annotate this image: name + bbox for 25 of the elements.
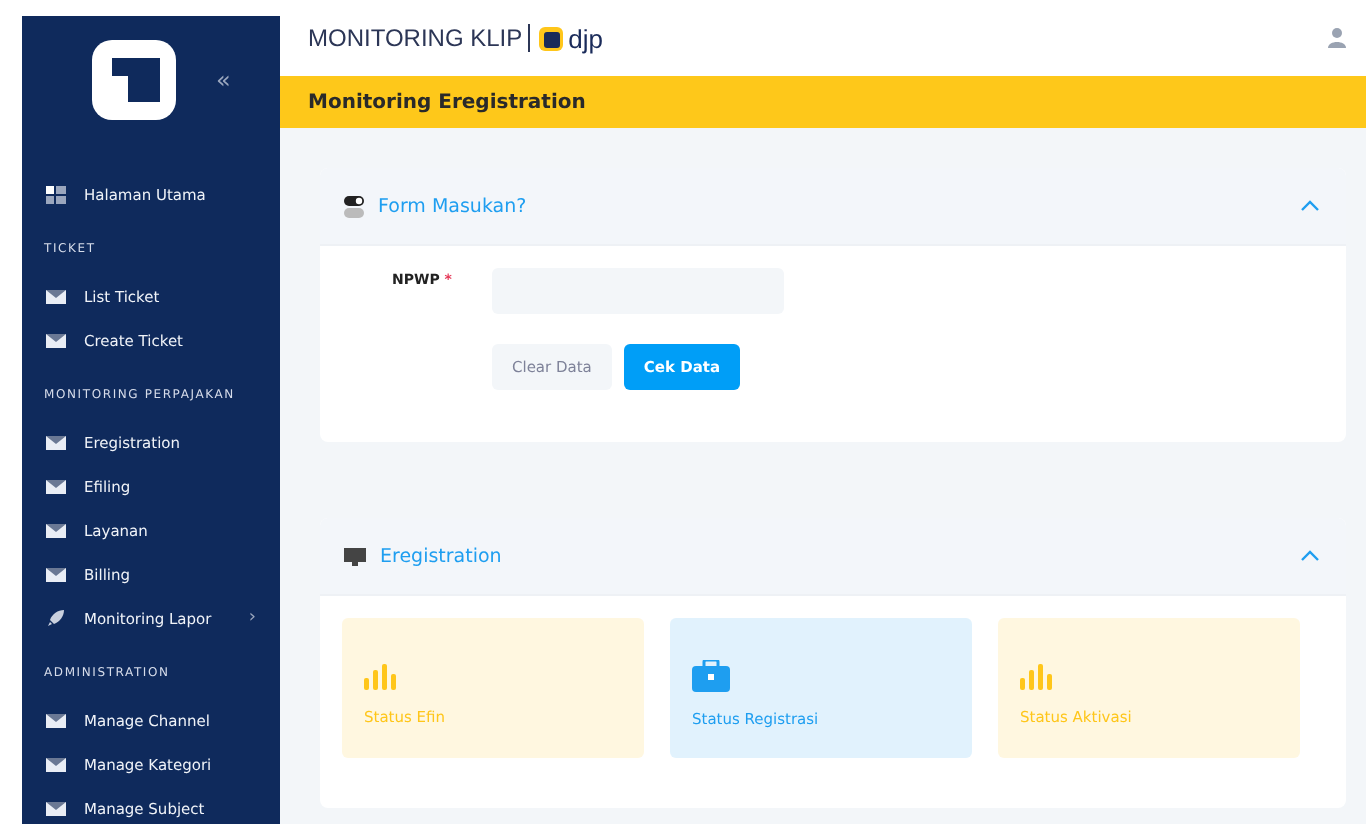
envelope-icon: [46, 567, 66, 581]
envelope-icon: [46, 333, 66, 347]
monitor-icon: [344, 547, 366, 565]
chevron-icon: ›: [248, 608, 256, 628]
envelope-icon: [46, 479, 66, 493]
user-icon: [1328, 28, 1346, 48]
envelope-icon: [46, 801, 66, 815]
envelope-icon: [46, 435, 66, 449]
collapse-icon[interactable]: [1300, 550, 1320, 562]
envelope-icon: [46, 523, 66, 537]
collapse-icon[interactable]: [1300, 200, 1320, 212]
page-title: Monitoring Eregistration: [280, 76, 1366, 128]
toggle-icon: [344, 195, 364, 217]
app-logo-icon: [92, 40, 176, 120]
rocket-icon: [46, 608, 66, 628]
envelope-icon: [46, 713, 66, 727]
logo-text: djp: [568, 23, 603, 53]
collapse-sidebar-button[interactable]: «: [212, 66, 235, 94]
envelope-icon: [46, 757, 66, 771]
app-title: MONITORING KLIP: [308, 24, 531, 52]
envelope-icon: [46, 289, 66, 303]
dashboard-icon: [46, 185, 66, 203]
card-title: Eregistration: [380, 545, 502, 567]
card-title: Form Masukan?: [378, 195, 527, 217]
logo-square-icon: [538, 25, 565, 51]
